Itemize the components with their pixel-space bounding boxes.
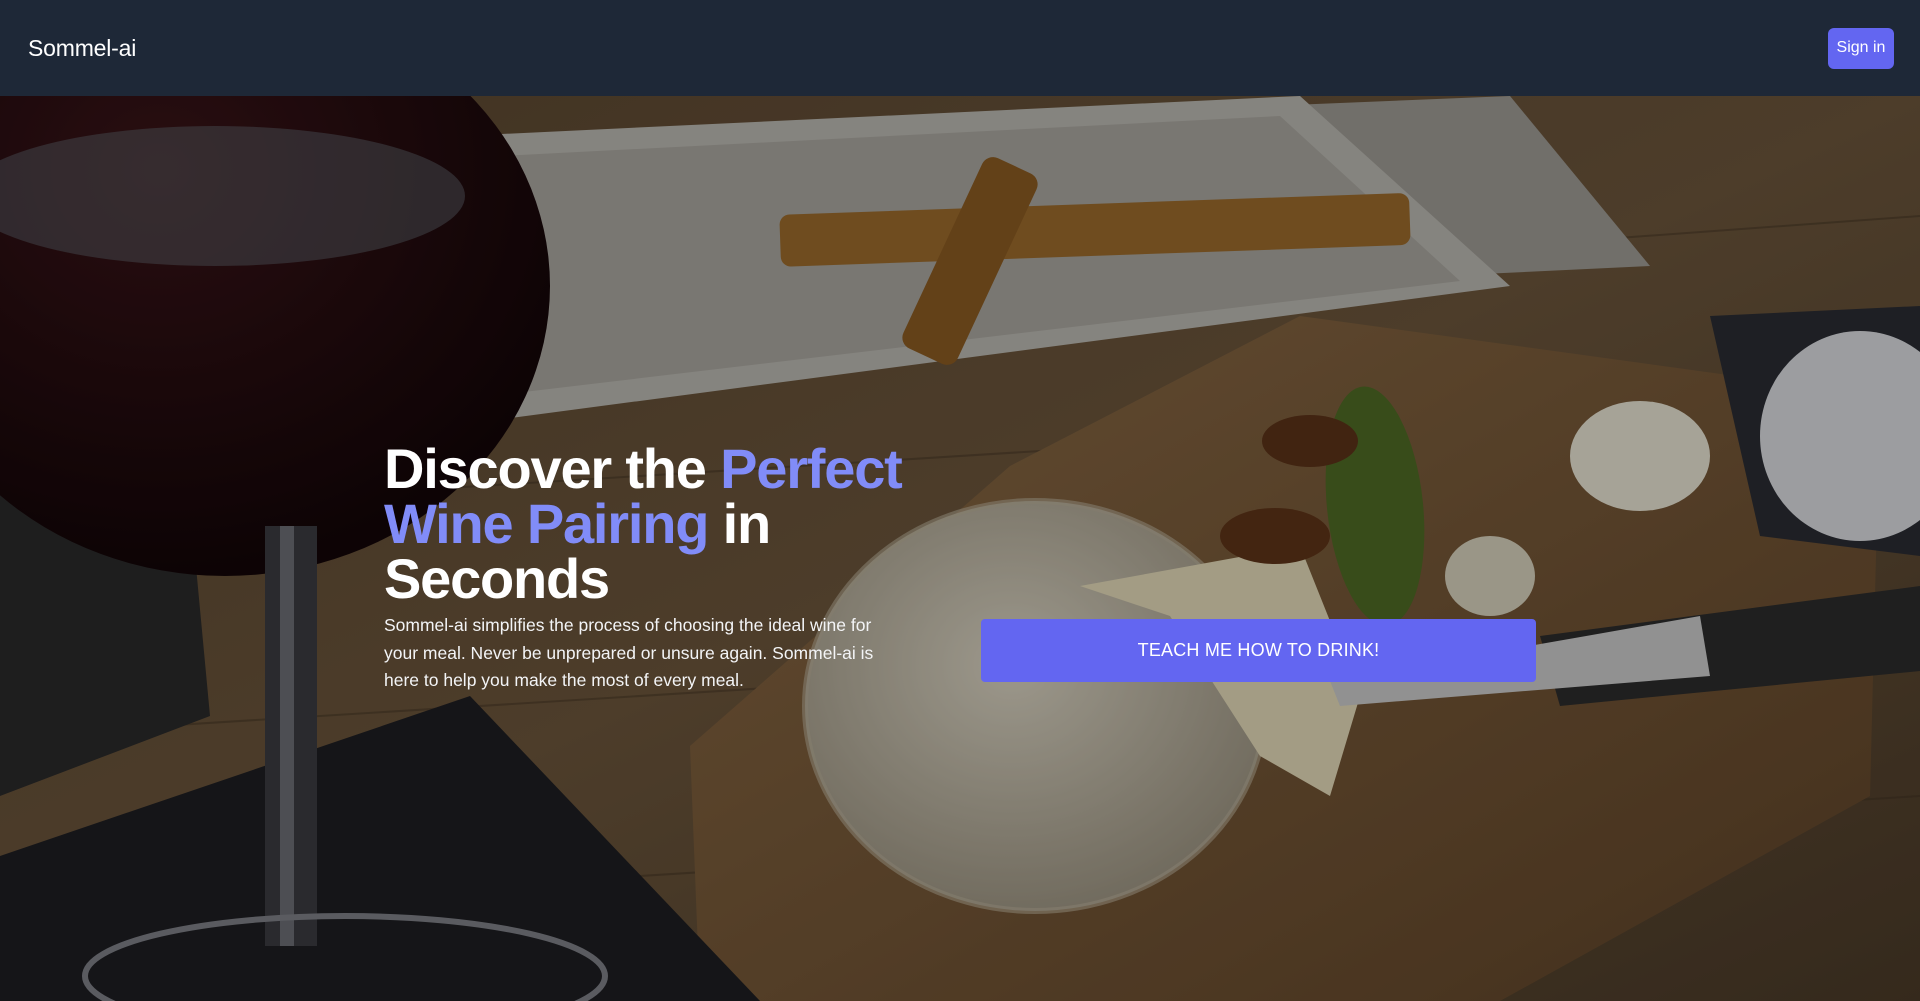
brand-logo-text[interactable]: Sommel-ai	[28, 35, 136, 62]
sign-in-button[interactable]: Sign in	[1828, 27, 1894, 69]
hero-text-block: Discover the Perfect Wine Pairing in Sec…	[384, 441, 904, 695]
hero-headline: Discover the Perfect Wine Pairing in Sec…	[384, 441, 904, 607]
headline-lead: Discover the	[384, 437, 721, 500]
top-nav-bar: Sommel-ai Sign in	[0, 0, 1920, 96]
hero-section: Discover the Perfect Wine Pairing in Sec…	[0, 96, 1920, 1001]
hero-description: Sommel-ai simplifies the process of choo…	[384, 615, 874, 690]
teach-me-cta-button[interactable]: TEACH ME HOW TO DRINK!	[981, 619, 1536, 682]
hero-dark-overlay	[0, 96, 1920, 1001]
